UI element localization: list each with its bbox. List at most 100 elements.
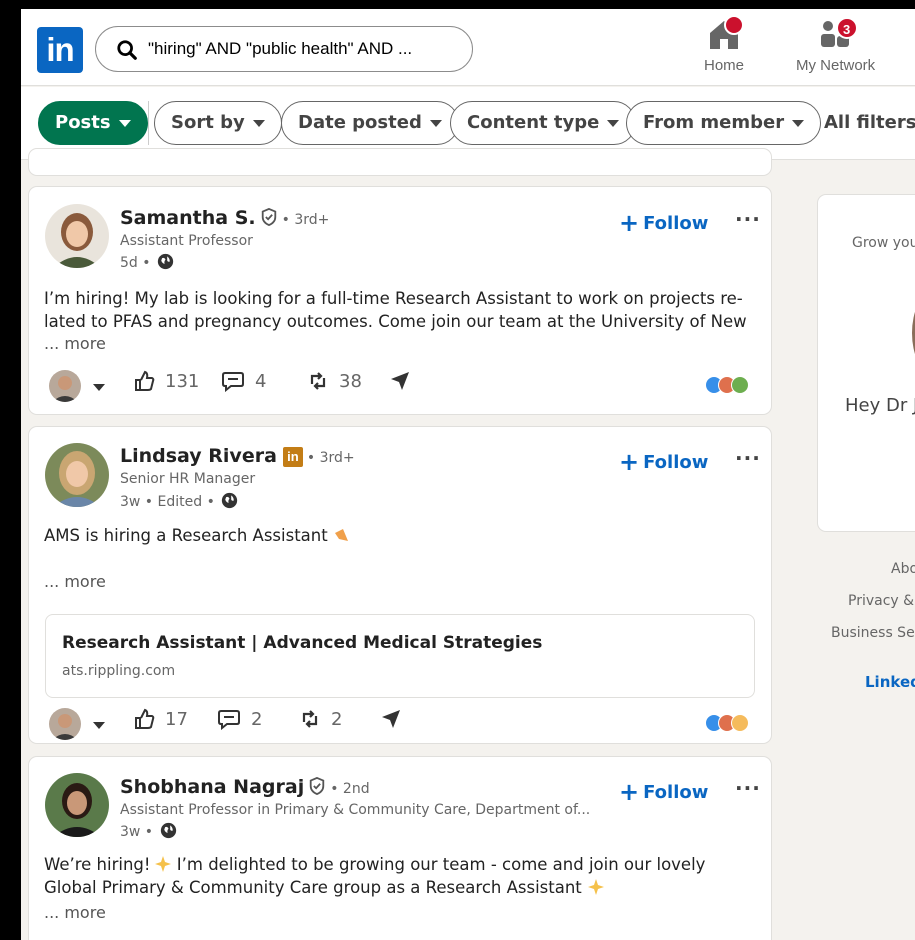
nav-my-network[interactable]: 3 My Network	[796, 17, 875, 74]
nav-home[interactable]: Home	[704, 15, 745, 74]
nav-network-label: My Network	[796, 57, 876, 74]
comment-count: 4	[255, 370, 267, 392]
reaction-icons[interactable]	[705, 376, 749, 394]
posts-filter-button[interactable]: Posts	[38, 101, 148, 145]
see-more-link[interactable]: ... more	[44, 572, 106, 591]
repost-icon	[302, 710, 318, 728]
like-icon	[135, 708, 155, 729]
app-frame: in "hiring" AND "public health" AND ... …	[21, 9, 915, 940]
avatar[interactable]	[45, 773, 109, 837]
avatar[interactable]	[45, 204, 109, 268]
more-options-icon[interactable]: ···	[735, 446, 761, 470]
date-posted-label: Date posted	[298, 112, 422, 133]
rail-greeting: Hey Dr J	[845, 395, 915, 416]
footer-brand: Linked	[865, 673, 915, 691]
sparkles-icon	[154, 856, 171, 872]
linkedin-badge-icon: in	[282, 447, 303, 467]
post-meta: 3w •	[120, 822, 177, 840]
post-text: I’m hiring! My lab is looking for a full…	[44, 289, 747, 331]
actor-avatar[interactable]	[49, 708, 81, 740]
search-bar[interactable]: "hiring" AND "public health" AND ...	[95, 26, 473, 72]
post-text: AMS is hiring a Research Assistant	[44, 524, 759, 547]
author-name[interactable]: Lindsay Rivera in • 3rd+	[120, 445, 355, 467]
see-more-link[interactable]: ... more	[44, 903, 106, 922]
repost-count: 2	[331, 708, 343, 730]
verified-icon	[310, 777, 325, 795]
send-icon	[391, 372, 409, 390]
more-options-icon[interactable]: ···	[735, 207, 761, 231]
all-filters-button[interactable]: All filters	[824, 101, 915, 145]
follow-button[interactable]: + Follow	[619, 209, 708, 237]
linkedin-logo[interactable]: in	[37, 27, 83, 73]
author-headline: Assistant Professor	[120, 233, 253, 249]
avatar[interactable]	[45, 443, 109, 507]
connection-degree: • 3rd+	[281, 212, 330, 228]
repost-button[interactable]: 2	[299, 708, 342, 730]
search-query[interactable]: "hiring" AND "public health" AND ...	[148, 39, 412, 59]
like-count: 131	[165, 370, 200, 392]
search-icon	[117, 40, 137, 60]
repost-icon	[310, 372, 326, 390]
previous-post-card	[29, 149, 771, 175]
sort-by-label: Sort by	[171, 112, 245, 133]
send-button[interactable]	[380, 708, 412, 730]
nav-home-label: Home	[704, 57, 745, 74]
post-card: Lindsay Rivera in • 3rd+ Senior HR Manager…	[29, 427, 771, 743]
actor-avatar[interactable]	[49, 370, 81, 402]
plus-icon: +	[619, 448, 640, 476]
send-icon	[382, 710, 400, 728]
comment-count: 2	[251, 708, 263, 730]
more-options-icon[interactable]: ···	[735, 776, 761, 800]
chevron-down-icon	[429, 119, 442, 127]
globe-icon	[160, 822, 176, 839]
home-badge	[724, 15, 744, 35]
filter-divider	[148, 101, 149, 145]
post-actions: 131 4 38	[49, 370, 749, 404]
from-member-label: From member	[643, 112, 785, 133]
comment-button[interactable]: 2	[217, 708, 262, 730]
repost-button[interactable]: 38	[307, 370, 362, 392]
chevron-down-icon	[118, 119, 131, 127]
rail-grow-text: Grow you	[852, 235, 915, 251]
chevron-down-icon	[252, 119, 265, 127]
network-badge: 3	[835, 17, 858, 39]
comment-icon	[222, 372, 244, 392]
like-button[interactable]: 131	[133, 370, 199, 392]
connection-degree: • 2nd	[330, 781, 370, 797]
follow-button[interactable]: + Follow	[619, 448, 708, 476]
send-button[interactable]	[389, 370, 421, 392]
post-card: Samantha S. • 3rd+ Assistant Professor 5d…	[29, 187, 771, 414]
footer-business-link[interactable]: Business Ser	[831, 625, 915, 641]
link-preview[interactable]: Research Assistant | Advanced Medical St…	[45, 614, 755, 698]
chevron-down-icon[interactable]	[93, 722, 105, 729]
author-name[interactable]: Samantha S. • 3rd+	[120, 207, 329, 229]
footer-privacy-link[interactable]: Privacy &	[848, 593, 914, 609]
date-posted-button[interactable]: Date posted	[281, 101, 459, 145]
sort-by-button[interactable]: Sort by	[154, 101, 282, 145]
comment-icon	[218, 710, 240, 730]
post-meta: 5d •	[120, 253, 174, 271]
insightful-icon	[731, 714, 749, 732]
footer-about-link[interactable]: Abo	[891, 561, 915, 577]
repost-count: 38	[339, 370, 362, 392]
author-name[interactable]: Shobhana Nagraj • 2nd	[120, 776, 370, 798]
profile-rail-card: Grow you Hey Dr J	[818, 195, 915, 531]
content-type-label: Content type	[467, 112, 600, 133]
post-actions: 17 2 2	[49, 708, 749, 742]
top-nav: in "hiring" AND "public health" AND ... …	[21, 9, 915, 86]
chevron-down-icon	[792, 119, 805, 127]
from-member-button[interactable]: From member	[626, 101, 822, 145]
verified-icon	[261, 208, 276, 226]
post-text: We’re hiring! I’m delighted to be growin…	[44, 855, 706, 897]
post-meta: 3w • Edited •	[120, 492, 238, 510]
chevron-down-icon[interactable]	[93, 384, 105, 391]
link-title: Research Assistant | Advanced Medical St…	[62, 633, 543, 653]
support-icon	[731, 376, 749, 394]
like-button[interactable]: 17	[133, 708, 188, 730]
content-type-button[interactable]: Content type	[450, 101, 637, 145]
like-count: 17	[165, 708, 188, 730]
reaction-icons[interactable]	[705, 714, 749, 732]
comment-button[interactable]: 4	[221, 370, 266, 392]
follow-button[interactable]: + Follow	[619, 778, 708, 806]
see-more-link[interactable]: ... more	[44, 334, 106, 353]
